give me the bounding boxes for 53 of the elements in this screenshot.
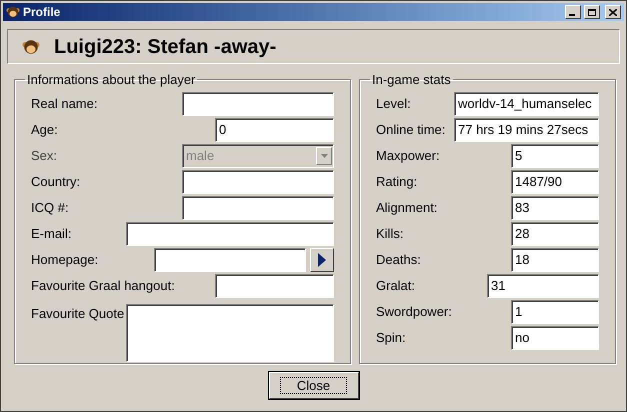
field-label: Homepage:	[31, 250, 98, 269]
avatar-icon	[22, 38, 40, 56]
field-label: ICQ #:	[31, 198, 69, 217]
stat-value: 1	[511, 300, 599, 324]
quote-textarea[interactable]	[126, 304, 334, 362]
input-field[interactable]: 0	[215, 118, 334, 142]
play-icon	[318, 252, 326, 266]
stat-value: 77 hrs 19 mins 27secs	[454, 118, 599, 142]
close-icon	[609, 8, 617, 16]
close-button[interactable]	[605, 5, 621, 19]
stat-label: Online time:	[376, 120, 446, 139]
open-link-button[interactable]	[310, 248, 334, 272]
dropdown-value: male	[185, 146, 216, 165]
stat-label: Alignment:	[376, 198, 438, 217]
field-label: Real name:	[31, 94, 98, 113]
input-field[interactable]	[182, 196, 334, 220]
input-field[interactable]	[215, 274, 334, 298]
stat-value: no	[511, 326, 599, 350]
window-title: Profile	[23, 4, 62, 21]
input-field[interactable]	[182, 92, 334, 116]
stat-value: 28	[511, 222, 599, 246]
stat-label: Gralat:	[376, 276, 416, 295]
stat-value: 31	[487, 274, 599, 298]
stat-label: Maxpower:	[376, 146, 440, 165]
field-label: Favourite Graal hangout:	[31, 276, 175, 295]
field-label: E-mail:	[31, 224, 72, 243]
stat-label: Deaths:	[376, 250, 421, 269]
stat-label: Kills:	[376, 224, 404, 243]
input-field[interactable]	[126, 222, 334, 246]
stat-label: Swordpower:	[376, 302, 452, 321]
input-field[interactable]	[182, 170, 334, 194]
group-title: Informations about the player	[26, 71, 196, 89]
stat-label: Level:	[376, 94, 411, 113]
stat-value: 1487/90	[511, 170, 599, 194]
close-button[interactable]: Close	[268, 372, 358, 399]
stat-value: worldv-14_humanselec	[454, 92, 599, 116]
field-label: Country:	[31, 172, 80, 191]
header-title: Luigi223: Stefan -away-	[54, 34, 276, 60]
stat-value: 5	[511, 144, 599, 168]
app-icon	[6, 5, 20, 19]
group-title: In-game stats	[371, 71, 452, 89]
stat-value: 83	[511, 196, 599, 220]
maximize-icon	[588, 8, 596, 16]
field-label: Age:	[31, 120, 58, 139]
stat-value: 18	[511, 248, 599, 272]
stat-label: Rating:	[376, 172, 418, 191]
maximize-button[interactable]	[584, 5, 600, 19]
input-field[interactable]	[154, 248, 306, 272]
field-label: Favourite Quote	[31, 304, 124, 322]
caret-icon	[320, 154, 328, 158]
field-label: Sex:	[31, 146, 58, 165]
minimize-button[interactable]	[565, 5, 581, 19]
stat-label: Spin:	[376, 328, 406, 347]
